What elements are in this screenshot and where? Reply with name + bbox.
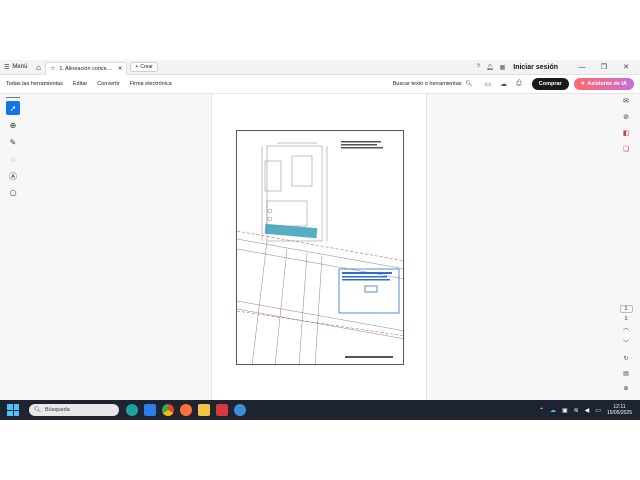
stamp-icon[interactable]: ⎔ xyxy=(6,186,20,200)
hamburger-icon: ☰ xyxy=(4,64,10,71)
plus-icon: + xyxy=(135,64,139,70)
taskbar-search[interactable]: 🔍︎ Búsqueda xyxy=(29,404,119,416)
battery-icon[interactable]: ▭ xyxy=(595,407,601,414)
export-icon[interactable]: ⊘ xyxy=(623,110,629,126)
main-toolbar: Todas las herramientas Editar Convertir … xyxy=(0,75,640,94)
page-up-icon[interactable]: ︿ xyxy=(623,322,629,337)
windows-start-icon[interactable] xyxy=(7,404,19,416)
onedrive-icon[interactable]: ☁ xyxy=(550,407,556,414)
ai-assistant-label: Asistente de IA xyxy=(587,81,627,87)
star-icon[interactable]: ☆ xyxy=(50,66,55,72)
windows-taskbar: 🔍︎ Búsqueda ⌃ ☁ ▣ ≋ ◀︎ ▭ 12:11 15/05/202… xyxy=(0,400,640,420)
help-icon[interactable]: ? xyxy=(477,64,480,70)
pen-icon[interactable]: ✎ xyxy=(6,135,20,149)
right-rail: ✉ ⊘ ◧ ❏ 1 1 ︿ ﹀ ↻ ▤ ⊕ ⊖ xyxy=(612,94,640,407)
taskbar-search-placeholder: Búsqueda xyxy=(44,407,70,413)
menu-label: Menú xyxy=(12,64,28,70)
home-icon[interactable]: ⌂ xyxy=(31,60,45,75)
ai-assistant-button[interactable]: ✦ Asistente de IA xyxy=(573,78,634,90)
organize-pages-icon[interactable]: ❏ xyxy=(623,142,629,158)
current-page-input[interactable]: 1 xyxy=(619,305,633,313)
site-plan-drawing xyxy=(236,141,406,367)
save-icon[interactable]: ▭ xyxy=(485,80,492,88)
store-icon[interactable] xyxy=(144,404,156,416)
new-tab-button[interactable]: + Crear xyxy=(130,62,158,72)
signin-button[interactable]: Iniciar sesión xyxy=(513,64,558,71)
menu-edit[interactable]: Editar xyxy=(68,81,92,87)
acrobat-icon[interactable] xyxy=(216,404,228,416)
clock[interactable]: 12:11 15/05/2025 xyxy=(607,404,632,416)
edit-pdf-icon[interactable]: ◧ xyxy=(623,126,630,142)
left-tool-rail: ➚ ⊕ ✎ ◌ Ⓐ ⎔ xyxy=(0,94,26,400)
page-view-icon[interactable]: ▤ xyxy=(623,367,629,382)
rotate-icon[interactable]: ↻ xyxy=(623,352,628,367)
page-down-icon[interactable]: ﹀ xyxy=(623,337,629,352)
menu-convert[interactable]: Convertir xyxy=(92,81,124,87)
search-label: Buscar texto o herramientas xyxy=(392,81,462,87)
new-tab-label: Crear xyxy=(140,64,153,70)
document-viewer[interactable] xyxy=(211,94,427,400)
title-bar: ☰ Menú ⌂ ☆ 1. Alineación concesi... ✕ + … xyxy=(0,60,640,75)
zoom-icon[interactable]: ⊕ xyxy=(6,118,20,132)
chrome-icon[interactable] xyxy=(162,404,174,416)
edge-globe-icon[interactable] xyxy=(234,404,246,416)
upload-cloud-icon[interactable]: ☁ xyxy=(500,80,507,88)
chevron-up-icon[interactable]: ⌃ xyxy=(539,407,544,414)
clock-date: 15/05/2025 xyxy=(606,410,632,416)
minimize-icon[interactable]: — xyxy=(574,64,590,71)
menu-all-tools[interactable]: Todas las herramientas xyxy=(0,81,68,87)
document-tab[interactable]: ☆ 1. Alineación concesi... ✕ xyxy=(45,61,128,75)
comment-icon[interactable]: ✉ xyxy=(623,94,629,110)
rail-divider xyxy=(6,97,20,98)
text-box-icon[interactable]: Ⓐ xyxy=(6,169,20,183)
lasso-icon[interactable]: ◌ xyxy=(6,152,20,166)
wifi-icon[interactable]: ≋ xyxy=(574,407,579,414)
pdf-page xyxy=(236,130,406,367)
close-tab-icon[interactable]: ✕ xyxy=(118,66,123,72)
tab-title: 1. Alineación concesi... xyxy=(59,65,114,72)
acrobat-window: ☰ Menú ⌂ ☆ 1. Alineación concesi... ✕ + … xyxy=(0,60,640,420)
menu-esign[interactable]: Firma electrónica xyxy=(125,81,177,87)
volume-icon[interactable]: ◀︎ xyxy=(585,407,590,414)
print-icon[interactable]: ⎙ xyxy=(516,80,522,88)
buy-button[interactable]: Comprar xyxy=(531,78,569,90)
search-tools[interactable]: Buscar texto o herramientas 🔍︎ xyxy=(393,81,473,87)
menu-button[interactable]: ☰ Menú xyxy=(0,60,31,75)
apps-grid-icon[interactable]: ▦ xyxy=(500,64,506,71)
search-icon: 🔍︎ xyxy=(34,407,41,413)
file-explorer-icon[interactable] xyxy=(198,404,210,416)
zoom-in-icon[interactable]: ⊕ xyxy=(623,382,628,397)
maximize-icon[interactable]: ❐ xyxy=(596,63,612,71)
select-cursor-icon[interactable]: ➚ xyxy=(6,101,20,115)
search-icon: 🔍︎ xyxy=(465,81,473,87)
notifications-icon[interactable]: 🔔︎ xyxy=(486,64,494,71)
network-icon[interactable]: ▣ xyxy=(562,407,568,414)
firefox-icon[interactable] xyxy=(180,404,192,416)
close-window-icon[interactable]: ✕ xyxy=(618,63,634,71)
sparkle-icon: ✦ xyxy=(580,81,586,87)
edge-icon[interactable] xyxy=(126,404,138,416)
